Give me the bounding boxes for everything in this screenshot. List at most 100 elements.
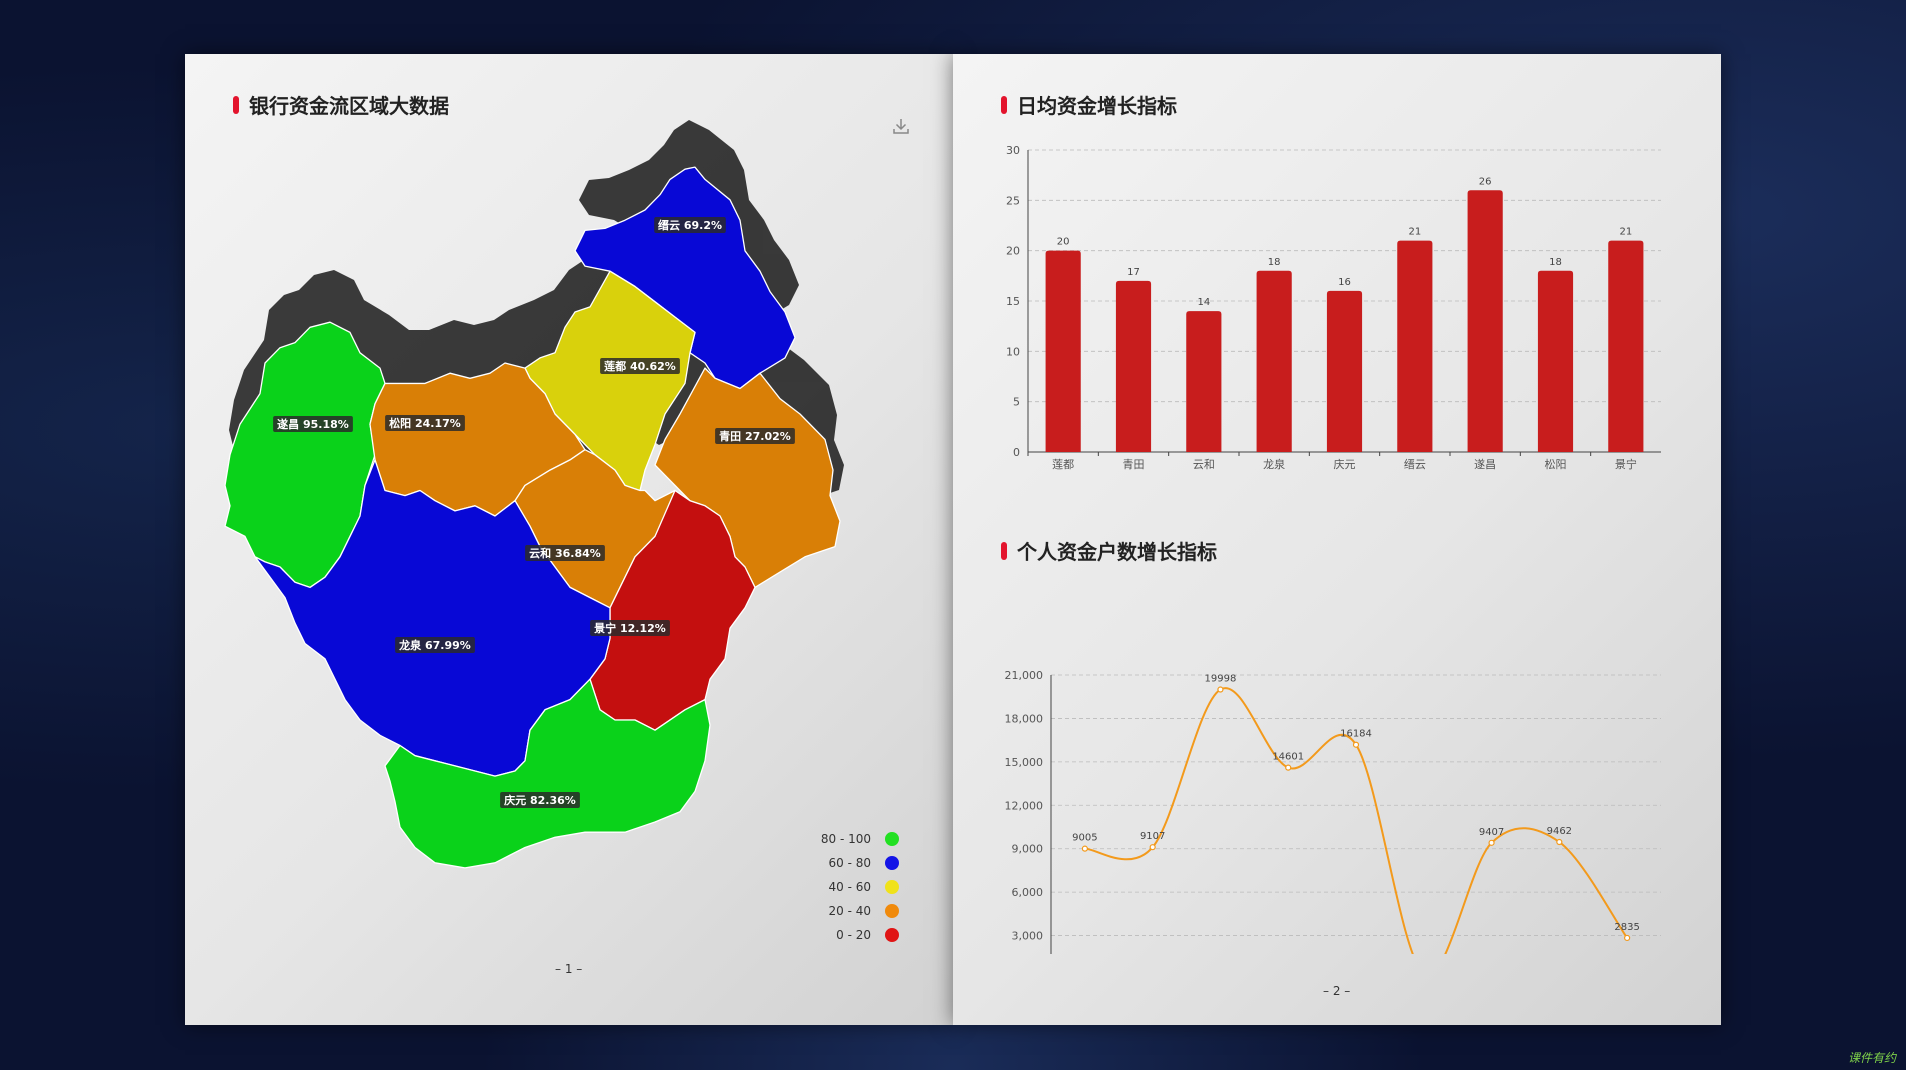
map-region-label: 龙泉 67.99%: [395, 637, 475, 653]
x-tick-label: 青田: [1123, 458, 1145, 471]
page-number: – 2 –: [1323, 984, 1351, 998]
legend-item-40-60[interactable]: 40 - 60: [819, 880, 899, 894]
x-tick-label: 庆元: [1334, 457, 1356, 471]
map-region-label: 庆元 82.36%: [500, 792, 580, 808]
y-tick-label: 21,000: [1005, 669, 1044, 682]
bar-value-label: 21: [1619, 227, 1632, 238]
svg-text:缙云 69.2%: 缙云 69.2%: [658, 218, 722, 232]
data-point[interactable]: [1081, 845, 1088, 852]
line-chart-title-text: 个人资金户数增长指标: [1017, 540, 1217, 564]
bar-chart-title-text: 日均资金增长指标: [1017, 94, 1177, 118]
map-regions: [224, 166, 841, 869]
data-point[interactable]: [1556, 838, 1563, 846]
legend-dot: [885, 904, 899, 918]
legend-dot: [885, 928, 899, 942]
y-tick-label: 15: [1006, 295, 1020, 308]
map-region-label: 云和 36.84%: [525, 545, 605, 561]
y-tick-label: 12,000: [1005, 799, 1044, 812]
point-value-label: 19998: [1205, 674, 1237, 685]
map-region-label: 遂昌 95.18%: [273, 416, 353, 432]
y-tick-label: 30: [1006, 144, 1020, 157]
bar-value-label: 14: [1197, 297, 1210, 308]
legend-item-60-80[interactable]: 60 - 80: [819, 856, 899, 870]
bar[interactable]: [1045, 250, 1081, 452]
data-point[interactable]: [1352, 741, 1360, 748]
bar-value-label: 18: [1268, 257, 1281, 268]
x-tick-label: 莲都: [1052, 458, 1074, 471]
data-point[interactable]: [1624, 934, 1631, 942]
line-chart-title: 个人资金户数增长指标: [1001, 536, 1217, 565]
legend-label: 0 - 20: [836, 928, 871, 942]
y-tick-label: 15,000: [1005, 756, 1044, 769]
watermark-text: 课件有约: [1847, 1051, 1896, 1065]
title-accent: [1001, 541, 1007, 560]
bar[interactable]: [1537, 270, 1574, 452]
point-value-label: 9462: [1547, 826, 1572, 837]
point-value-label: 9005: [1072, 833, 1097, 844]
svg-text:青田 27.02%: 青田 27.02%: [719, 429, 791, 443]
svg-text:莲都 40.62%: 莲都 40.62%: [604, 359, 676, 373]
point-value-label: 16184: [1340, 729, 1372, 740]
point-value-label: 9407: [1479, 827, 1504, 838]
svg-text:龙泉 67.99%: 龙泉 67.99%: [398, 638, 471, 652]
data-point[interactable]: [1285, 764, 1292, 771]
map-region-label: 缙云 69.2%: [654, 217, 726, 233]
legend-item-20-40[interactable]: 20 - 40: [819, 904, 899, 918]
title-accent: [1001, 95, 1007, 114]
x-tick-label: 景宁: [1615, 457, 1637, 471]
y-tick-label: 18,000: [1005, 712, 1044, 725]
bar[interactable]: [1326, 290, 1363, 452]
legend-label: 80 - 100: [820, 832, 871, 846]
y-tick-label: 20: [1006, 245, 1020, 258]
y-tick-label: 6,000: [1012, 886, 1044, 899]
bar-value-label: 18: [1549, 257, 1562, 268]
point-value-label: 2835: [1614, 922, 1639, 933]
data-point[interactable]: [1149, 844, 1156, 851]
bar[interactable]: [1608, 240, 1644, 452]
legend-label: 40 - 60: [828, 880, 872, 894]
bar[interactable]: [1397, 240, 1433, 452]
point-value-label: 9107: [1140, 831, 1165, 842]
x-tick-label: 龙泉: [1263, 457, 1285, 471]
legend-dot: [885, 880, 899, 894]
data-point[interactable]: [1217, 686, 1224, 693]
y-tick-label: 3,000: [1012, 930, 1044, 943]
y-tick-label: 10: [1006, 345, 1020, 358]
x-tick-label: 云和: [1193, 458, 1215, 471]
y-tick-label: 5: [1013, 396, 1020, 409]
right-page: 日均资金增长指标 0 5 10 15 20 25 30 20 莲都 17 青田 14 云和 18 龙泉 16 庆…: [953, 54, 1721, 1025]
y-tick-label: 25: [1006, 194, 1020, 207]
map-region-label: 莲都 40.62%: [600, 358, 680, 374]
svg-text:云和 36.84%: 云和 36.84%: [529, 546, 601, 560]
svg-text:景宁 12.12%: 景宁 12.12%: [593, 621, 666, 635]
data-point[interactable]: [1488, 839, 1495, 846]
map-region-label: 青田 27.02%: [715, 428, 795, 444]
bar-chart: 0 5 10 15 20 25 30 20 莲都 17 青田 14 云和 18 龙泉 16 庆元 21 缙云 26 遂昌…: [1006, 144, 1661, 471]
legend-item-0-20[interactable]: 0 - 20: [819, 928, 899, 942]
bar[interactable]: [1115, 280, 1152, 452]
x-tick-label: 缙云: [1404, 457, 1426, 471]
bar-value-label: 20: [1057, 237, 1070, 248]
bar[interactable]: [1467, 190, 1503, 452]
bar-value-label: 17: [1127, 267, 1140, 278]
bar-value-label: 21: [1408, 227, 1421, 238]
legend-label: 20 - 40: [828, 904, 872, 918]
map-region-label: 景宁 12.12%: [590, 620, 670, 636]
page-number: – 1 –: [555, 962, 583, 976]
map-region-label: 松阳 24.17%: [385, 415, 465, 431]
bar-value-label: 26: [1479, 176, 1492, 187]
bar[interactable]: [1186, 311, 1222, 452]
left-page: 银行资金流区域大数据 缙云 69.2% 莲都 40.62% 遂昌 95.18% 松阳 …: [185, 54, 953, 1025]
svg-text:遂昌 95.18%: 遂昌 95.18%: [277, 417, 349, 431]
x-tick-label: 松阳: [1545, 457, 1567, 471]
y-tick-label: 0: [1013, 446, 1020, 459]
bar[interactable]: [1256, 270, 1292, 452]
legend-dot: [885, 832, 899, 846]
bar-value-label: 16: [1338, 277, 1351, 288]
legend-item-80-100[interactable]: 80 - 100: [819, 832, 899, 846]
svg-text:松阳 24.17%: 松阳 24.17%: [389, 416, 461, 430]
legend-label: 60 - 80: [828, 856, 872, 870]
legend-dot: [885, 856, 899, 870]
y-tick-label: 9,000: [1012, 843, 1044, 856]
x-tick-label: 遂昌: [1474, 457, 1496, 471]
